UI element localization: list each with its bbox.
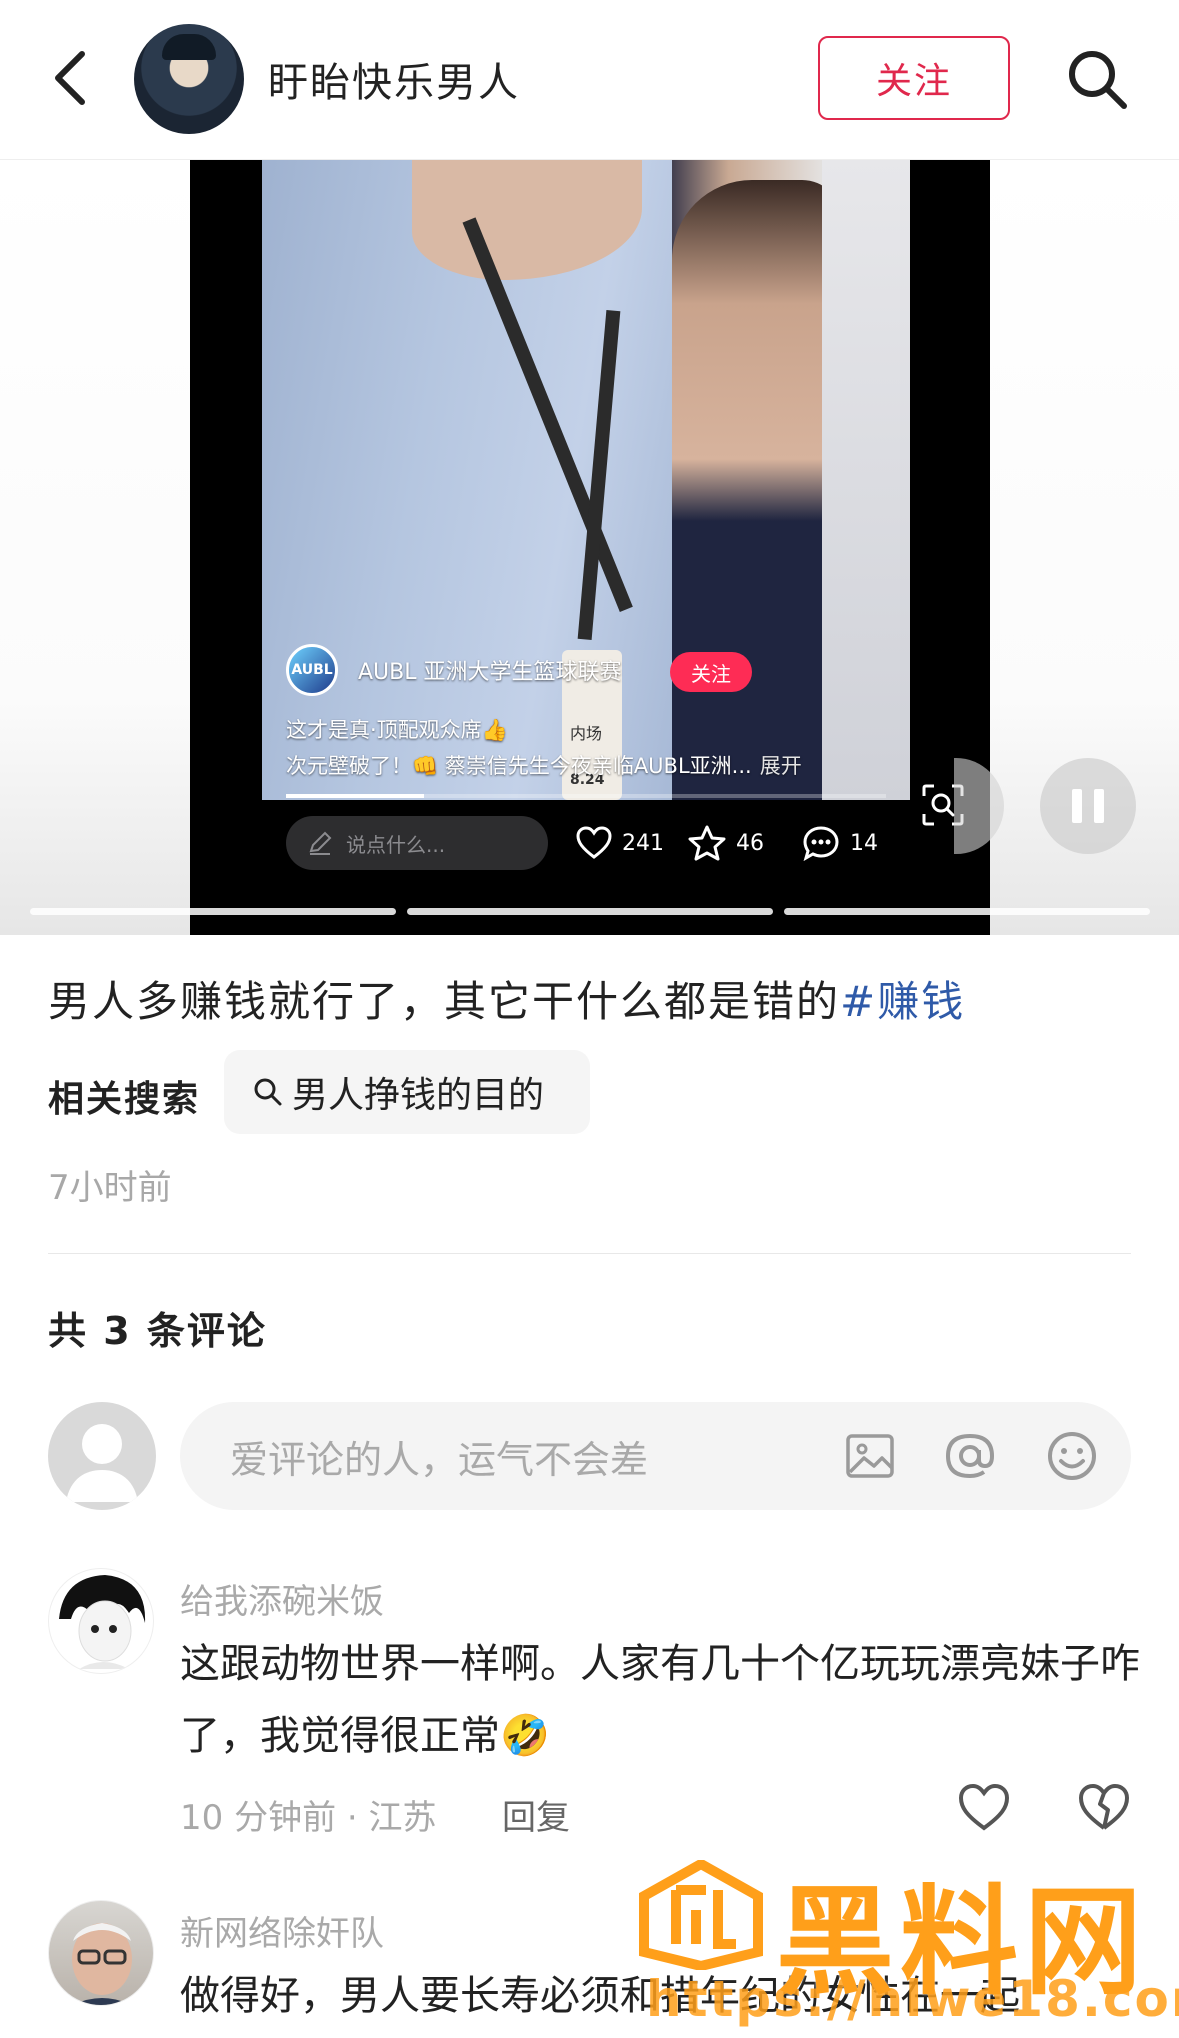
commenter-avatar[interactable] xyxy=(48,1568,154,1674)
avatar-cap-shape xyxy=(162,34,216,60)
video-overlay: AUBL AUBL 亚洲大学生篮球联赛 关注 这才是真·顶配观众席👍 次元壁破了… xyxy=(190,160,990,935)
comment-text: 这跟动物世界一样啊。人家有几十个亿玩玩漂亮妹子咋了，我觉得很正常🤣 xyxy=(180,1641,1140,1759)
heart-icon[interactable] xyxy=(956,1780,1012,1836)
carousel-indicator[interactable] xyxy=(407,908,773,915)
channel-avatar-text: AUBL xyxy=(291,662,333,678)
watermark-url: https://hlwe18.com xyxy=(646,1970,1179,2028)
star-icon xyxy=(688,825,726,861)
caption-text: 次元壁破了！👊 蔡崇信先生今夜亲临AUBL亚洲... xyxy=(286,754,752,778)
back-arrow-icon[interactable] xyxy=(44,40,104,116)
media-carousel[interactable]: 内场 8.24 AUBL AUBL 亚洲大学生篮球联赛 关注 这才是真·顶配观众… xyxy=(0,160,1179,935)
post-hashtag[interactable]: #赚钱 xyxy=(840,977,965,1026)
heart-icon xyxy=(576,826,612,859)
anime-avatar-icon xyxy=(59,1575,146,1669)
watermark-logo xyxy=(639,1860,763,1970)
author-name[interactable]: 盱眙快乐男人 xyxy=(268,50,520,108)
emoji-icon[interactable] xyxy=(1044,1428,1100,1484)
post-title-text: 男人多赚钱就行了，其它干什么都是错的 xyxy=(48,977,841,1026)
video-caption-line1: 这才是真·顶配观众席👍 xyxy=(286,718,508,742)
post-detail-page: 盱眙快乐男人 关注 内场 8.24 AUBL AUBL 亚洲大学生篮球联赛 关注… xyxy=(0,0,1179,2038)
dislike-broken-heart-icon[interactable] xyxy=(1076,1780,1132,1836)
video-favorite-button[interactable]: 46 xyxy=(688,820,764,866)
commenter-name[interactable]: 给我添碗米饭 xyxy=(180,1574,384,1623)
reply-button[interactable]: 回复 xyxy=(502,1790,570,1839)
pencil-icon xyxy=(309,831,332,855)
related-search-chip[interactable]: 男人挣钱的目的 xyxy=(224,1050,590,1134)
video-comment-input[interactable]: 说点什么... xyxy=(286,816,548,870)
current-user-avatar[interactable] xyxy=(48,1402,156,1510)
default-avatar-icon xyxy=(66,1424,138,1502)
comment-bubble-icon xyxy=(803,826,839,861)
elder-avatar-icon xyxy=(72,1923,132,2005)
channel-name[interactable]: AUBL 亚洲大学生篮球联赛 xyxy=(358,654,622,686)
related-search-label: 相关搜索 xyxy=(48,1079,201,1120)
post-timestamp: 7小时前 xyxy=(48,1168,172,1208)
video-comment-count: 14 xyxy=(850,830,878,856)
post-title: 男人多赚钱就行了，其它干什么都是错的#赚钱 xyxy=(48,968,965,1029)
image-icon[interactable] xyxy=(842,1428,898,1484)
video-favorite-count: 46 xyxy=(736,830,764,856)
video-like-count: 241 xyxy=(622,830,664,856)
video-comment-button[interactable]: 14 xyxy=(802,820,878,866)
channel-avatar[interactable]: AUBL xyxy=(286,644,338,696)
pause-button[interactable] xyxy=(1040,758,1136,854)
embedded-video-screenshot[interactable]: 内场 8.24 AUBL AUBL 亚洲大学生篮球联赛 关注 这才是真·顶配观众… xyxy=(190,160,990,935)
video-like-button[interactable]: 241 xyxy=(576,820,664,866)
related-search-query: 男人挣钱的目的 xyxy=(292,1075,545,1116)
author-avatar[interactable] xyxy=(134,24,244,134)
search-icon[interactable] xyxy=(1062,44,1132,114)
search-icon xyxy=(254,1078,282,1106)
follow-button[interactable]: 关注 xyxy=(818,36,1010,120)
video-comment-placeholder: 说点什么... xyxy=(346,832,446,857)
channel-follow-button[interactable]: 关注 xyxy=(670,652,752,692)
commenter-name[interactable]: 新网络除奸队 xyxy=(180,1906,384,1955)
media-left-bg xyxy=(0,160,190,935)
comment-input-placeholder: 爱评论的人，运气不会差 xyxy=(230,1437,649,1482)
comment-count-heading: 共 3 条评论 xyxy=(48,1309,267,1353)
video-caption-line2: 次元壁破了！👊 蔡崇信先生今夜亲临AUBL亚洲... 展开 xyxy=(286,750,802,780)
video-progress-fill xyxy=(286,794,424,798)
carousel-indicator[interactable] xyxy=(784,908,1150,915)
watermark: 黑料网 https://hlwe18.com xyxy=(636,1846,1179,2038)
comment-meta: 10 分钟前 · 江苏 xyxy=(180,1798,437,1838)
top-bar: 盱眙快乐男人 关注 xyxy=(0,0,1179,160)
expand-link[interactable]: 展开 xyxy=(760,754,802,778)
divider xyxy=(48,1253,1131,1254)
carousel-indicator[interactable] xyxy=(30,908,396,915)
mention-icon[interactable] xyxy=(942,1428,998,1484)
commenter-avatar[interactable] xyxy=(48,1900,154,2006)
video-progress-bar[interactable] xyxy=(286,794,886,798)
carousel-indicators xyxy=(30,908,1150,916)
